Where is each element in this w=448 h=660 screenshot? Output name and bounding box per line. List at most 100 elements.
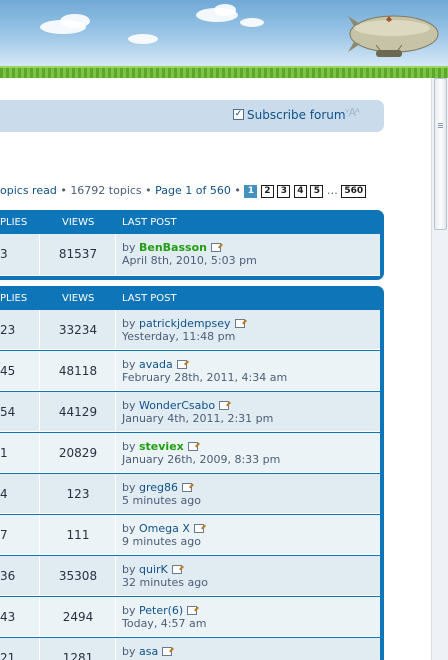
view-latest-post-icon[interactable]	[182, 483, 193, 492]
last-post-cell: by quirK 32 minutes ago	[116, 556, 380, 595]
page-last-link[interactable]: 560	[341, 185, 367, 198]
views-cell: 44129	[40, 392, 116, 431]
replies-count: 54	[0, 405, 16, 419]
post-date: Today, 4:57 am	[122, 617, 207, 630]
topics-header: PLIES VIEWS LAST POST	[0, 286, 384, 310]
subscribe-checkbox-icon[interactable]: ✓	[233, 109, 244, 120]
views-cell: 48118	[40, 351, 116, 390]
view-latest-post-icon[interactable]	[162, 647, 173, 656]
replies-count: 21	[0, 651, 16, 660]
topic-row: 1 20829 by steviex January 26th, 2009, 8:33…	[0, 433, 380, 473]
replies-count: 45	[0, 364, 16, 378]
topic-row: 23 33234 by patrickjdempsey Yesterday, 11:4…	[0, 310, 380, 350]
author-link[interactable]: Peter(6)	[139, 604, 183, 617]
view-latest-post-icon[interactable]	[187, 442, 198, 451]
replies-count: 1	[0, 446, 8, 460]
font-size-toggle[interactable]: ᵛAᴬ	[345, 106, 360, 119]
replies-cell: 43	[0, 597, 40, 636]
grip-line	[438, 127, 443, 128]
header-replies: PLIES	[0, 217, 28, 228]
author-link[interactable]: quirK	[139, 563, 168, 576]
view-latest-post-icon[interactable]	[187, 606, 198, 615]
views-cell: 111	[40, 515, 116, 554]
author-link[interactable]: avada	[139, 358, 173, 371]
topic-row: 21 1281 by asa	[0, 638, 380, 660]
views-cell: 81537	[40, 234, 116, 275]
topics-box: PLIES VIEWS LAST POST 23 33234 by patrickj…	[0, 286, 384, 660]
topic-row: 43 2494 by Peter(6) Today, 4:57 am	[0, 597, 380, 637]
author-link[interactable]: Omega X	[139, 522, 190, 535]
pagination-ellipsis: …	[326, 184, 338, 197]
view-latest-post-icon[interactable]	[219, 401, 230, 410]
author-link[interactable]: WonderCsabo	[139, 399, 215, 412]
vertical-scrollbar[interactable]	[431, 78, 448, 660]
last-post-cell: by Omega X9 minutes ago	[116, 515, 380, 554]
post-date: January 4th, 2011, 2:31 pm	[122, 412, 274, 425]
author-link[interactable]: asa	[139, 645, 158, 658]
announcement-row: 3 81537 by BenBasson April 8th, 2010, 5:…	[0, 234, 380, 276]
page-info[interactable]: Page 1 of 560	[155, 184, 231, 197]
view-latest-post-icon[interactable]	[193, 524, 204, 533]
subscribe-forum-link[interactable]: Subscribe forum	[247, 108, 346, 122]
view-latest-post-icon[interactable]	[234, 319, 245, 328]
header-last-post: LAST POST	[122, 217, 177, 228]
views-cell: 35308	[40, 556, 116, 595]
forum-header-banner	[0, 0, 448, 78]
post-date: 9 minutes ago	[122, 535, 201, 548]
views-cell: 123	[40, 474, 116, 513]
scrollbar-thumb[interactable]	[434, 78, 447, 230]
replies-cell: 45	[0, 351, 40, 390]
post-date: 32 minutes ago	[122, 576, 208, 589]
last-post-cell: by steviex January 26th, 2009, 8:33 pm	[116, 433, 380, 472]
airship-logo-icon	[348, 15, 439, 57]
replies-cell: 36	[0, 556, 40, 595]
replies-count: 7	[0, 528, 8, 542]
page-4-link[interactable]: 4	[293, 185, 307, 198]
replies-count: 4	[0, 487, 8, 501]
views-cell: 2494	[40, 597, 116, 636]
views-count: 48118	[58, 364, 98, 378]
mark-topics-read-link[interactable]: opics read	[0, 184, 57, 197]
author-link[interactable]: greg86	[139, 481, 178, 494]
header-last-post: LAST POST	[122, 293, 177, 304]
view-latest-post-icon[interactable]	[176, 360, 187, 369]
by-label: by	[122, 399, 136, 412]
views-count: 111	[66, 528, 90, 542]
views-count: 1281	[62, 651, 94, 660]
topic-row: 4 123 by greg86 5 minutes ago	[0, 474, 380, 514]
view-latest-post-icon[interactable]	[210, 243, 221, 252]
by-label: by	[122, 241, 136, 254]
by-label: by	[122, 522, 136, 535]
cloud	[60, 14, 90, 28]
announcements-box: PLIES VIEWS LAST POST 3 81537 by BenBass…	[0, 210, 384, 280]
header-views: VIEWS	[62, 217, 95, 228]
page-5-link[interactable]: 5	[310, 185, 324, 198]
replies-count: 23	[0, 323, 16, 337]
view-latest-post-icon[interactable]	[171, 565, 182, 574]
replies-cell: 23	[0, 310, 40, 349]
page-margin	[404, 78, 431, 660]
page-2-link[interactable]: 2	[260, 185, 274, 198]
last-post-cell: by greg86 5 minutes ago	[116, 474, 380, 513]
separator: •	[230, 184, 245, 197]
page-3-link[interactable]: 3	[277, 185, 291, 198]
replies-cell: 4	[0, 474, 40, 513]
cloud	[240, 18, 264, 27]
views-count: 33234	[58, 323, 98, 337]
views-count: 2494	[62, 610, 94, 624]
author-link[interactable]: patrickjdempsey	[139, 317, 231, 330]
last-post-cell: by WonderCsabo January 4th, 2011, 2:31 pm	[116, 392, 380, 431]
last-post-cell: by BenBasson April 8th, 2010, 5:03 pm	[116, 234, 380, 275]
author-link[interactable]: steviex	[139, 440, 184, 453]
by-label: by	[122, 645, 136, 658]
author-link[interactable]: BenBasson	[139, 241, 207, 254]
replies-cell: 7	[0, 515, 40, 554]
topic-stats-pagination: opics read • 16792 topics • Page 1 of 56…	[0, 184, 367, 200]
topic-row: 54 44129 by WonderCsabo January 4th, 2011, …	[0, 392, 380, 432]
post-date: January 26th, 2009, 8:33 pm	[122, 453, 281, 466]
views-cell: 1281	[40, 638, 116, 660]
topic-row: 45 48118 by avada February 28th, 2011, 4:34…	[0, 351, 380, 391]
post-date: 5 minutes ago	[122, 494, 201, 507]
views-count: 81537	[58, 247, 98, 261]
cloud	[128, 34, 158, 44]
